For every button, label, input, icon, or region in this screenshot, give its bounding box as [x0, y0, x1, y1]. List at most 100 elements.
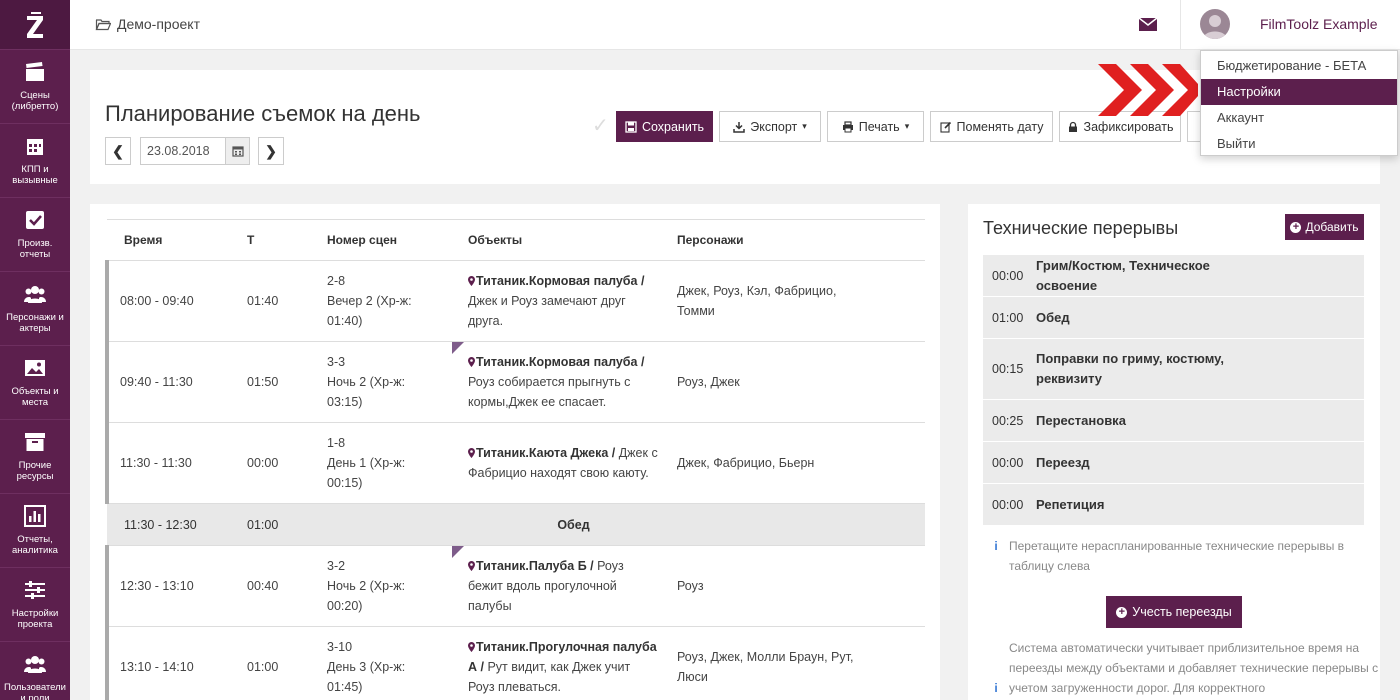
sidebar-item-4[interactable]: Объекты и места [0, 346, 70, 420]
printer-icon [842, 120, 853, 132]
sidebar-item-label: КПП и вызывные [12, 164, 58, 186]
table-row[interactable]: 09:40 - 11:30 01:50 3-3 Ночь 2 (Хр-ж: 03:15… [105, 341, 925, 423]
next-day-button[interactable]: ❯ [258, 137, 284, 165]
drag-hint: i Перетащите нераспланированные техничес… [983, 536, 1368, 576]
menu-item-logout[interactable]: Выйти [1201, 131, 1397, 157]
add-break-label: Добавить [1305, 220, 1359, 234]
table-row[interactable]: 08:00 - 09:40 01:40 2-8 Вечер 2 (Хр-ж: 01:4… [105, 260, 925, 342]
scene-number: 2-8 [327, 274, 346, 288]
sidebar-item-6[interactable]: Отчеты, аналитика [0, 494, 70, 568]
tech-break-item[interactable]: 00:00 Грим/Костюм, Техническое освоение [983, 255, 1364, 297]
users-icon [24, 283, 46, 312]
scene-note: День 1 (Хр-ж: 00:15) [327, 456, 406, 490]
tech-break-name: Поправки по гриму, костюму, реквизиту [1036, 351, 1225, 386]
object-name[interactable]: Титаник.Каюта Джека / [476, 446, 615, 460]
col-characters: Персонажи [666, 219, 925, 261]
object-name[interactable]: Титаник.Кормовая палуба / [476, 274, 644, 288]
sidebar-item-1[interactable]: КПП и вызывные [0, 124, 70, 198]
tech-break-time: 00:00 [992, 455, 1024, 470]
row-object: Титаник.Кормовая палуба / Роуз собираетс… [452, 341, 666, 423]
check-icon: ✓ [592, 115, 609, 137]
sidebar-item-label: Сцены (либретто) [11, 90, 59, 112]
account-travel-label: Учесть переезды [1132, 605, 1232, 619]
tech-break-item[interactable]: 00:25 Перестановка [983, 400, 1364, 442]
sidebar-item-3[interactable]: Персонажи и актеры [0, 272, 70, 346]
sidebar-item-label: Отчеты, аналитика [12, 534, 58, 556]
topbar-divider [1180, 0, 1181, 50]
row-duration: 01:00 [245, 626, 321, 700]
row-time: 13:10 - 14:10 [105, 626, 245, 700]
folder-open-icon [95, 18, 111, 30]
scene-number: 1-8 [327, 436, 346, 450]
row-scene: 2-8 Вечер 2 (Хр-ж: 01:40) [321, 260, 459, 342]
sidebar-item-8[interactable]: Пользователи и роли [0, 642, 70, 700]
save-button[interactable]: Сохранить [616, 111, 713, 142]
table-row[interactable]: 13:10 - 14:10 01:00 3-10 День 3 (Хр-ж: 01:4… [105, 626, 925, 700]
tech-break-item[interactable]: 01:00 Обед [983, 297, 1364, 339]
print-label: Печать [858, 119, 900, 134]
lunch-label: Обед [321, 503, 666, 546]
info-icon: i [994, 539, 998, 553]
user-menu-toggle[interactable]: FilmToolz Example [1260, 16, 1377, 32]
drag-hint-text: Перетащите нераспланированные технически… [1009, 539, 1345, 573]
col-duration: Т [245, 219, 321, 261]
lunch-row[interactable]: 11:30 - 12:30 01:00 Обед [107, 503, 925, 546]
scene-description: Рут видит, как Джек учит Роуз плеваться. [468, 660, 631, 694]
tech-break-name: Обед [1036, 309, 1070, 325]
app-logo[interactable] [0, 0, 70, 50]
sidebar-item-0[interactable]: Сцены (либретто) [0, 50, 70, 124]
chevron-down-icon: ▾ [802, 121, 807, 131]
add-break-button[interactable]: + Добавить [1285, 214, 1364, 240]
prev-day-button[interactable]: ❮ [105, 137, 131, 165]
col-objects: Объекты [459, 219, 666, 261]
menu-item-account[interactable]: Аккаунт [1201, 105, 1397, 131]
menu-item-budgeting[interactable]: Бюджетирование - БЕТА [1201, 53, 1397, 79]
row-characters: Роуз [666, 545, 925, 627]
avatar[interactable] [1200, 9, 1230, 39]
row-object: Титаник.Палуба Б / Роуз бежит вдоль прог… [452, 545, 666, 627]
sidebar-item-2[interactable]: Произв. отчеты [0, 198, 70, 272]
tech-breaks-list: 00:00 Грим/Костюм, Техническое освоение 01… [983, 255, 1364, 526]
lock-icon [1068, 121, 1077, 132]
chevron-down-icon: ▾ [904, 121, 910, 131]
print-button[interactable]: Печать ▾ [827, 111, 924, 142]
change-date-button[interactable]: Поменять дату [930, 111, 1053, 142]
scene-note: Вечер 2 (Хр-ж: 01:40) [327, 294, 412, 328]
date-picker[interactable]: 23.08.2018 [140, 137, 250, 165]
row-scene: 1-8 День 1 (Хр-ж: 00:15) [321, 422, 459, 504]
sidebar-item-label: Объекты и места [11, 386, 59, 408]
row-time: 11:30 - 12:30 [107, 503, 245, 546]
object-name[interactable]: Титаник.Палуба Б / [476, 559, 594, 573]
project-name: Демо-проект [117, 16, 200, 32]
tech-breaks-title: Технические перерывы [983, 218, 1179, 238]
scene-description: Роуз собирается прыгнуть с кормы,Джек ее… [468, 375, 631, 409]
sidebar-item-7[interactable]: Настройки проекта [0, 568, 70, 642]
download-icon [733, 121, 745, 133]
tech-break-item[interactable]: 00:15 Поправки по гриму, костюму, реквизи… [983, 339, 1364, 400]
tech-break-name: Переезд [1036, 454, 1090, 470]
sidebar-item-5[interactable]: Прочие ресурсы [0, 420, 70, 494]
menu-item-settings[interactable]: Настройки [1201, 79, 1397, 105]
user-avatar-icon [1203, 15, 1227, 39]
object-name[interactable]: Титаник.Кормовая палуба / [476, 355, 644, 369]
sidebar: Сцены (либретто) КПП и вызывные Произв. от… [0, 0, 70, 700]
sidebar-item-label: Персонажи и актеры [6, 312, 64, 334]
account-travel-button[interactable]: + Учесть переезды [1106, 596, 1242, 628]
bar-chart-icon [24, 505, 46, 534]
export-button[interactable]: Экспорт ▾ [719, 111, 821, 142]
calendar-icon[interactable] [225, 138, 249, 164]
table-row[interactable]: 11:30 - 11:30 00:00 1-8 День 1 (Хр-ж: 00:15… [105, 422, 925, 504]
tech-break-item[interactable]: 00:00 Переезд [983, 442, 1364, 484]
date-value[interactable]: 23.08.2018 [141, 144, 225, 158]
map-pin-icon [468, 642, 475, 652]
travel-note-text: Система автоматически учитывает приблизи… [1009, 641, 1379, 695]
row-characters: Роуз, Джек, Молли Браун, Рут, Люси [666, 626, 925, 700]
table-row[interactable]: 12:30 - 13:10 00:40 3-2 Ночь 2 (Хр-ж: 00:20… [105, 545, 925, 627]
tech-break-item[interactable]: 00:00 Репетиция [983, 484, 1364, 526]
envelope-icon[interactable] [1138, 16, 1158, 32]
row-time: 11:30 - 11:30 [105, 422, 245, 504]
project-selector[interactable]: Демо-проект [95, 16, 200, 32]
row-duration: 01:00 [245, 503, 321, 546]
plus-circle-icon: + [1116, 606, 1128, 618]
travel-note: i Система автоматически учитывает прибли… [983, 638, 1380, 698]
